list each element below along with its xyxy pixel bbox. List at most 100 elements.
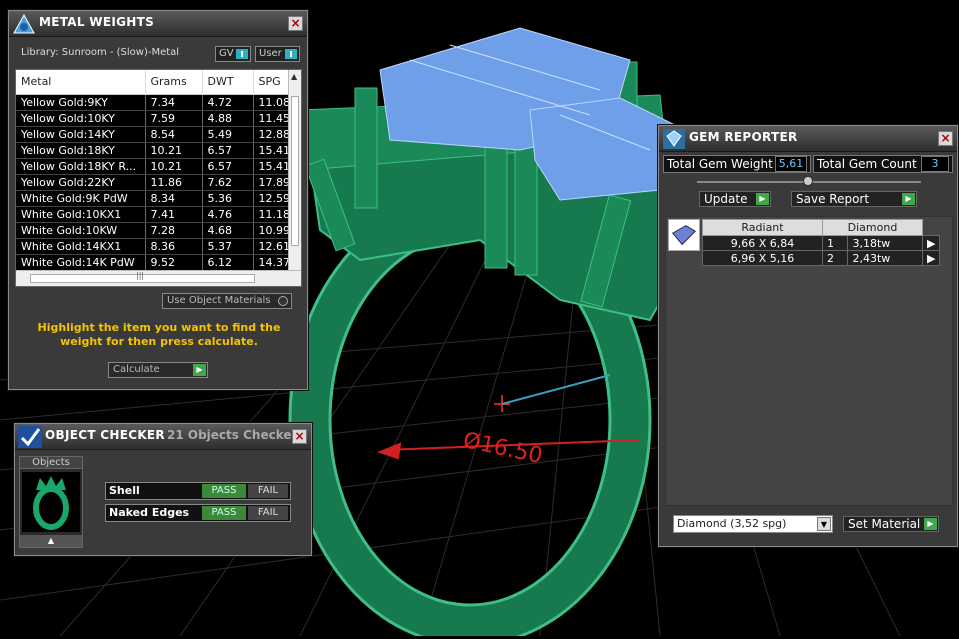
checkmark-icon bbox=[18, 426, 42, 448]
metal-table-cell: 5.37 bbox=[202, 238, 254, 255]
metal-table[interactable]: Metal Grams DWT SPG Yellow Gold:9KY 7.34 4.72… bbox=[15, 69, 302, 287]
metal-weights-hint: Highlight the item you want to find the … bbox=[37, 321, 281, 348]
fail-badge: FAIL bbox=[248, 484, 288, 498]
table-row[interactable]: White Gold:10KW 7.28 4.68 10.99 bbox=[16, 222, 292, 239]
metal-weights-close-button[interactable]: × bbox=[288, 16, 303, 31]
metal-table-cell: 11.08 bbox=[253, 94, 292, 111]
gem-weight-cell: 2,43tw bbox=[847, 250, 923, 266]
objects-label: Objects bbox=[20, 457, 82, 469]
metal-table-cell: 6.57 bbox=[202, 158, 254, 175]
row-select-arrow-icon[interactable]: ▶ bbox=[921, 250, 941, 266]
use-object-materials-label: Use Object Materials bbox=[167, 295, 271, 306]
gem-reporter-close-button[interactable]: × bbox=[938, 131, 953, 146]
metal-table-cell: White Gold:14K PdW bbox=[16, 254, 146, 271]
gem-header-material: Diamond bbox=[822, 219, 923, 236]
objects-list[interactable]: Objects ▲ bbox=[19, 456, 83, 548]
check-row: Naked Edges PASS FAIL bbox=[105, 504, 291, 522]
metal-table-cell: 11.45 bbox=[253, 110, 292, 127]
object-checker-titlebar[interactable]: OBJECT CHECKER 21 Objects Checked × bbox=[15, 424, 311, 450]
gem-table[interactable]: Radiant Diamond 9,66 X 6,84 1 3,18tw ▶ 6,96 … bbox=[702, 219, 941, 266]
metal-table-cell: 6.12 bbox=[202, 254, 254, 271]
table-row[interactable]: Yellow Gold:22KY 11.86 7.62 17.89 bbox=[16, 174, 292, 191]
table-row[interactable]: 6,96 X 5,16 2 2,43tw ▶ bbox=[702, 250, 941, 266]
metal-table-cell: 4.72 bbox=[202, 94, 254, 111]
fail-badge: FAIL bbox=[248, 506, 288, 520]
material-select-value: Diamond (3,52 spg) bbox=[677, 517, 787, 530]
scroll-up-arrow-icon[interactable]: ▲ bbox=[291, 72, 297, 81]
table-row[interactable]: 9,66 X 6,84 1 3,18tw ▶ bbox=[702, 235, 941, 251]
calculate-button[interactable]: Calculate ▶ bbox=[108, 362, 208, 378]
row-select-arrow-icon[interactable]: ▶ bbox=[921, 235, 941, 251]
table-row[interactable]: Yellow Gold:18KY 10.21 6.57 15.41 bbox=[16, 142, 292, 159]
use-object-materials-toggle[interactable]: Use Object Materials bbox=[162, 293, 292, 309]
metal-table-cell: 5.49 bbox=[202, 126, 254, 143]
check-row: Shell PASS FAIL bbox=[105, 482, 291, 500]
metal-column-header[interactable]: SPG bbox=[253, 70, 292, 95]
set-material-label: Set Material bbox=[848, 517, 921, 531]
chevron-down-icon[interactable]: ▼ bbox=[817, 517, 831, 531]
gv-toggle[interactable]: GV bbox=[215, 46, 251, 62]
play-arrow-icon: ▶ bbox=[193, 364, 206, 376]
metal-weights-panel: METAL WEIGHTS × Library: Sunroom - (Slow… bbox=[8, 10, 308, 390]
objects-expand-arrow-icon[interactable]: ▲ bbox=[20, 535, 82, 547]
gv-toggle-switch-icon bbox=[236, 49, 248, 59]
metal-table-cell: White Gold:10KW bbox=[16, 222, 146, 239]
metal-table-cell: Yellow Gold:14KY bbox=[16, 126, 146, 143]
gem-reporter-panel: GEM REPORTER × Total Gem Weight 5,61 Tot… bbox=[658, 125, 958, 547]
gem-size-cell: 9,66 X 6,84 bbox=[702, 235, 823, 251]
gem-slider-knob[interactable] bbox=[803, 176, 813, 186]
metal-weights-titlebar[interactable]: METAL WEIGHTS × bbox=[9, 11, 307, 37]
metal-table-horizontal-scrollbar[interactable]: ||| bbox=[16, 270, 301, 286]
vertical-scroll-thumb[interactable] bbox=[291, 96, 299, 246]
object-checker-close-button[interactable]: × bbox=[292, 429, 307, 444]
gem-shape-icon[interactable] bbox=[668, 219, 700, 251]
table-row[interactable]: Yellow Gold:9KY 7.34 4.72 11.08 bbox=[16, 94, 292, 111]
scroll-grip-icon: ||| bbox=[136, 271, 145, 280]
metal-table-cell: 12.59 bbox=[253, 190, 292, 207]
save-report-button[interactable]: Save Report ▶ bbox=[791, 191, 917, 207]
gem-count-cell: 1 bbox=[821, 235, 849, 251]
table-row[interactable]: White Gold:9K PdW 8.34 5.36 12.59 bbox=[16, 190, 292, 207]
metal-table-cell: 7.62 bbox=[202, 174, 254, 191]
metal-table-cell: 15.41 bbox=[253, 142, 292, 159]
metal-table-cell: 8.34 bbox=[145, 190, 203, 207]
metal-column-header[interactable]: Metal bbox=[16, 70, 146, 95]
update-button[interactable]: Update ▶ bbox=[699, 191, 771, 207]
metal-table-cell: 10.21 bbox=[145, 158, 203, 175]
metal-column-header[interactable]: Grams bbox=[145, 70, 203, 95]
metal-table-cell: White Gold:14KX1 bbox=[16, 238, 146, 255]
user-toggle[interactable]: User bbox=[255, 46, 300, 62]
metal-table-cell: White Gold:9K PdW bbox=[16, 190, 146, 207]
calculate-label: Calculate bbox=[113, 364, 160, 375]
table-row[interactable]: Yellow Gold:10KY 7.59 4.88 11.45 bbox=[16, 110, 292, 127]
update-label: Update bbox=[704, 192, 748, 206]
metal-table-cell: 12.88 bbox=[253, 126, 292, 143]
metal-table-cell: 7.41 bbox=[145, 206, 203, 223]
metal-table-cell: 17.89 bbox=[253, 174, 292, 191]
table-row[interactable]: White Gold:14KX1 8.36 5.37 12.61 bbox=[16, 238, 292, 255]
save-report-label: Save Report bbox=[796, 192, 870, 206]
metal-table-cell: 8.36 bbox=[145, 238, 203, 255]
table-row[interactable]: White Gold:10KX1 7.41 4.76 11.18 bbox=[16, 206, 292, 223]
ring-thumbnail-icon bbox=[22, 472, 80, 532]
metal-table-cell: Yellow Gold:18KY R... bbox=[16, 158, 146, 175]
metal-table-cell: Yellow Gold:18KY bbox=[16, 142, 146, 159]
metal-column-header[interactable]: DWT bbox=[202, 70, 254, 95]
metal-table-cell: Yellow Gold:9KY bbox=[16, 94, 146, 111]
material-select[interactable]: Diamond (3,52 spg) ▼ bbox=[673, 515, 833, 533]
set-material-play-icon: ▶ bbox=[924, 518, 937, 530]
metal-table-vertical-scrollbar[interactable]: ▲ bbox=[288, 70, 301, 270]
metal-table-cell: Yellow Gold:10KY bbox=[16, 110, 146, 127]
table-row[interactable]: Yellow Gold:18KY R... 10.21 6.57 15.41 bbox=[16, 158, 292, 175]
total-gem-count-value: 3 bbox=[921, 156, 949, 172]
gem-size-cell: 6,96 X 5,16 bbox=[702, 250, 823, 266]
table-row[interactable]: White Gold:14K PdW 9.52 6.12 14.37 bbox=[16, 254, 292, 271]
metal-table-cell: 9.52 bbox=[145, 254, 203, 271]
set-material-button[interactable]: Set Material ▶ bbox=[843, 516, 939, 532]
table-row[interactable]: Yellow Gold:14KY 8.54 5.49 12.88 bbox=[16, 126, 292, 143]
save-report-play-icon: ▶ bbox=[902, 193, 915, 205]
metal-table-cell: 11.18 bbox=[253, 206, 292, 223]
check-label: Naked Edges bbox=[109, 506, 190, 519]
gem-reporter-titlebar[interactable]: GEM REPORTER × bbox=[659, 126, 957, 152]
object-checker-title: OBJECT CHECKER bbox=[45, 428, 165, 442]
